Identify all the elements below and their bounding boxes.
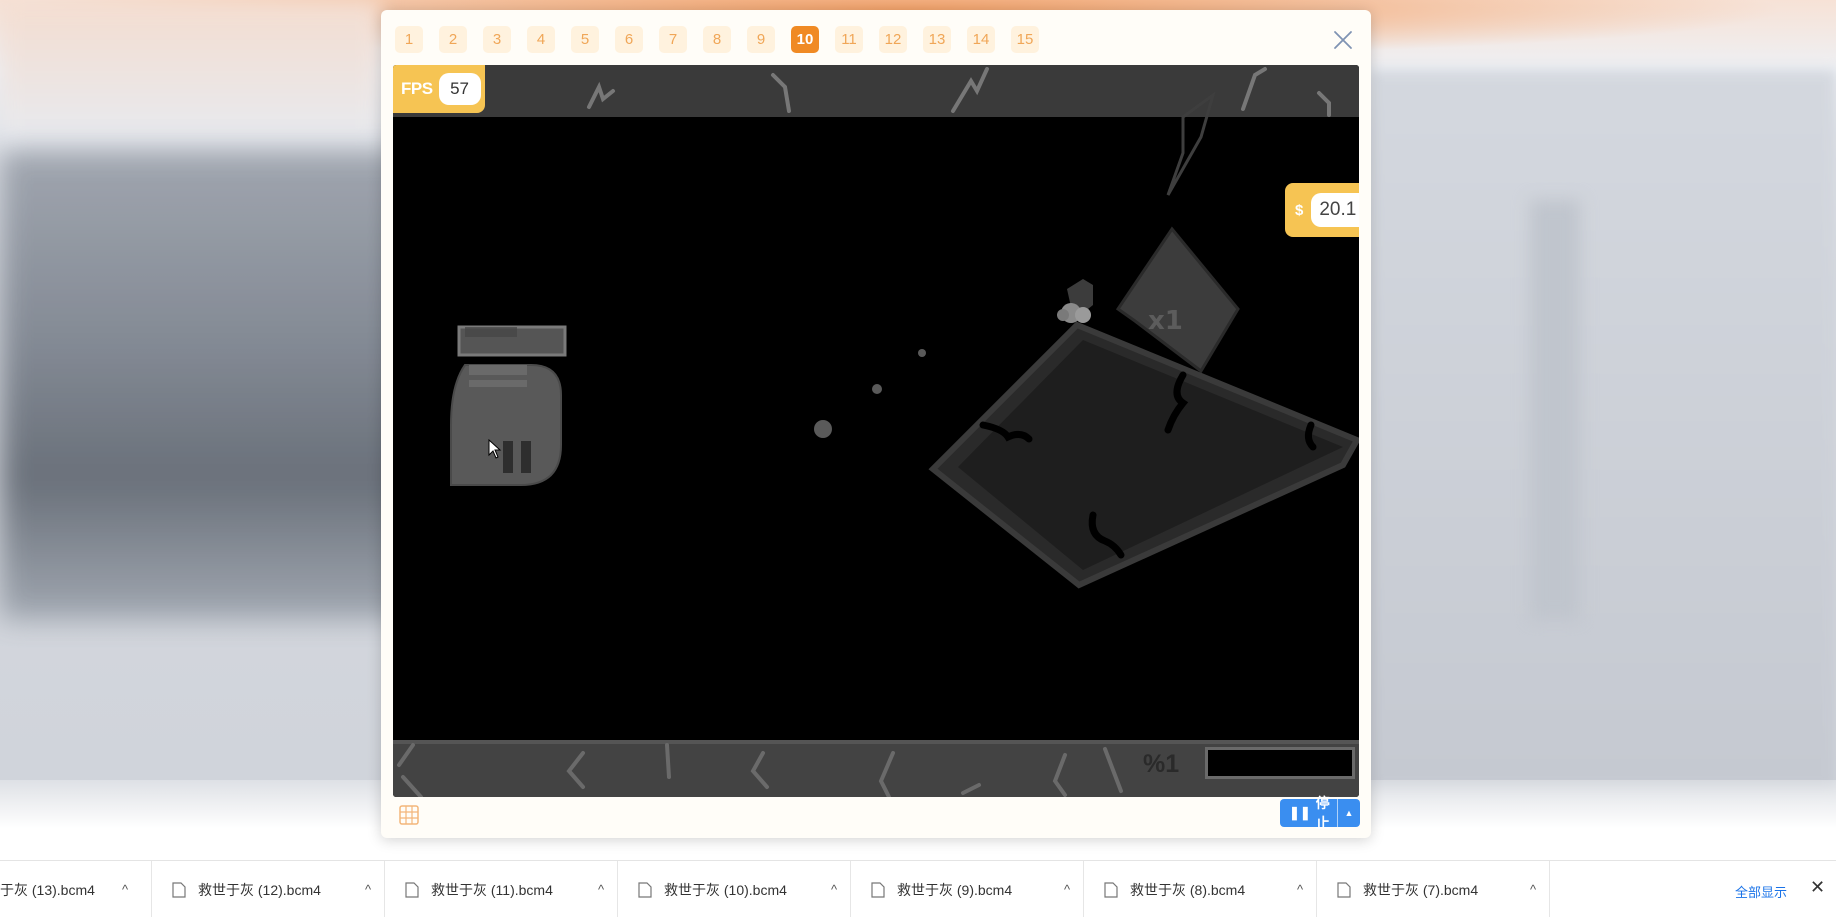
- tab-level-6[interactable]: 6: [615, 26, 643, 53]
- download-file-name: 救世于灰 (10).bcm4: [664, 881, 787, 898]
- ceiling-strip: [393, 65, 1359, 117]
- game-player-dialog: 1 2 3 4 5 6 7 8 9 10 11 12 13 14 15 x1 F…: [381, 10, 1371, 838]
- tab-level-7[interactable]: 7: [659, 26, 687, 53]
- download-file-name: 救世于灰 (8).bcm4: [1130, 881, 1246, 898]
- money-counter: $ 20.1: [1285, 183, 1359, 237]
- blurred-background-left: [0, 150, 420, 620]
- player-tower: [450, 325, 567, 486]
- file-icon: [405, 881, 419, 898]
- download-item[interactable]: 救世于灰 (11).bcm4 ^: [385, 861, 618, 917]
- money-label: $: [1295, 201, 1304, 219]
- stop-options-arrow-icon[interactable]: ▲: [1338, 808, 1360, 818]
- download-options-caret-icon[interactable]: ^: [1530, 882, 1536, 897]
- file-icon: [1337, 881, 1351, 898]
- tab-level-1[interactable]: 1: [395, 26, 423, 53]
- tab-level-4[interactable]: 4: [527, 26, 555, 53]
- tab-level-5[interactable]: 5: [571, 26, 599, 53]
- projectile-small: [918, 349, 926, 357]
- stop-button-main[interactable]: ❚❚ 停止: [1280, 795, 1338, 831]
- tab-level-9[interactable]: 9: [747, 26, 775, 53]
- tab-level-3[interactable]: 3: [483, 26, 511, 53]
- download-item[interactable]: 救世于灰 (10).bcm4 ^: [618, 861, 851, 917]
- blurred-background-top-left: [0, 0, 380, 150]
- download-item[interactable]: 救世于灰 (12).bcm4 ^: [152, 861, 385, 917]
- close-download-bar-icon[interactable]: ✕: [1810, 877, 1825, 898]
- download-file-name: 救世于灰 (11).bcm4: [431, 881, 553, 898]
- download-options-caret-icon[interactable]: ^: [598, 882, 604, 897]
- file-icon: [1104, 881, 1118, 898]
- tab-level-8[interactable]: 8: [703, 26, 731, 53]
- download-options-caret-icon[interactable]: ^: [831, 882, 837, 897]
- pause-icon: ❚❚: [1289, 805, 1311, 820]
- blurred-background-right: [1370, 70, 1836, 790]
- money-value: 20.1: [1311, 193, 1359, 227]
- game-canvas[interactable]: x1 FPS 57 $ 20.1 %1: [393, 65, 1359, 797]
- fps-counter: FPS 57: [393, 65, 485, 113]
- download-item[interactable]: 救世于灰 (9).bcm4 ^: [851, 861, 1084, 917]
- level-tabs: 1 2 3 4 5 6 7 8 9 10 11 12 13 14 15: [395, 26, 1039, 56]
- floor-edge: [393, 740, 1359, 744]
- tab-level-15[interactable]: 15: [1011, 26, 1039, 53]
- file-icon: [172, 881, 186, 898]
- tab-level-13[interactable]: 13: [923, 26, 951, 53]
- projectile-large: [814, 420, 832, 438]
- download-item[interactable]: 救世于灰 (8).bcm4 ^: [1084, 861, 1317, 917]
- progress-bar-fill: [1208, 750, 1352, 776]
- download-options-caret-icon[interactable]: ^: [1064, 882, 1070, 897]
- download-file-name: 救世于灰 (7).bcm4: [1363, 881, 1479, 898]
- projectile-medium: [872, 384, 882, 394]
- progress-bar: [1205, 747, 1355, 779]
- file-icon: [638, 881, 652, 898]
- download-options-caret-icon[interactable]: ^: [365, 882, 371, 897]
- enemy-multiplier: x1: [1148, 306, 1183, 336]
- tab-level-2[interactable]: 2: [439, 26, 467, 53]
- download-file-name: 救世于灰 (12).bcm4: [198, 881, 321, 898]
- game-scene: x1: [393, 65, 1359, 797]
- fps-label: FPS: [401, 79, 433, 98]
- download-options-caret-icon[interactable]: ^: [1297, 882, 1303, 897]
- tab-level-14[interactable]: 14: [967, 26, 995, 53]
- download-file-name: 救世于灰 (9).bcm4: [897, 881, 1013, 898]
- stop-button[interactable]: ❚❚ 停止 ▲: [1280, 795, 1360, 831]
- show-all-downloads-link[interactable]: 全部显示: [1735, 882, 1787, 901]
- download-item[interactable]: 于灰 (13).bcm4 ^: [0, 861, 152, 917]
- download-bar: 于灰 (13).bcm4 ^ 救世于灰 (12).bcm4 ^ 救世于灰 (11…: [0, 860, 1836, 917]
- download-file-name: 于灰 (13).bcm4: [0, 881, 95, 898]
- stop-button-label: 停止: [1315, 795, 1330, 831]
- progress-label: %1: [1143, 750, 1180, 778]
- close-icon[interactable]: [1331, 28, 1355, 52]
- download-item[interactable]: 救世于灰 (7).bcm4 ^: [1317, 861, 1550, 917]
- grid-icon[interactable]: [399, 805, 419, 825]
- tab-level-11[interactable]: 11: [835, 26, 863, 53]
- tab-level-12[interactable]: 12: [879, 26, 907, 53]
- download-options-caret-icon[interactable]: ^: [122, 882, 128, 897]
- file-icon: [871, 881, 885, 898]
- blurred-background-right-column: [1530, 200, 1580, 620]
- fps-value: 57: [438, 73, 481, 105]
- tab-level-10[interactable]: 10: [791, 26, 819, 53]
